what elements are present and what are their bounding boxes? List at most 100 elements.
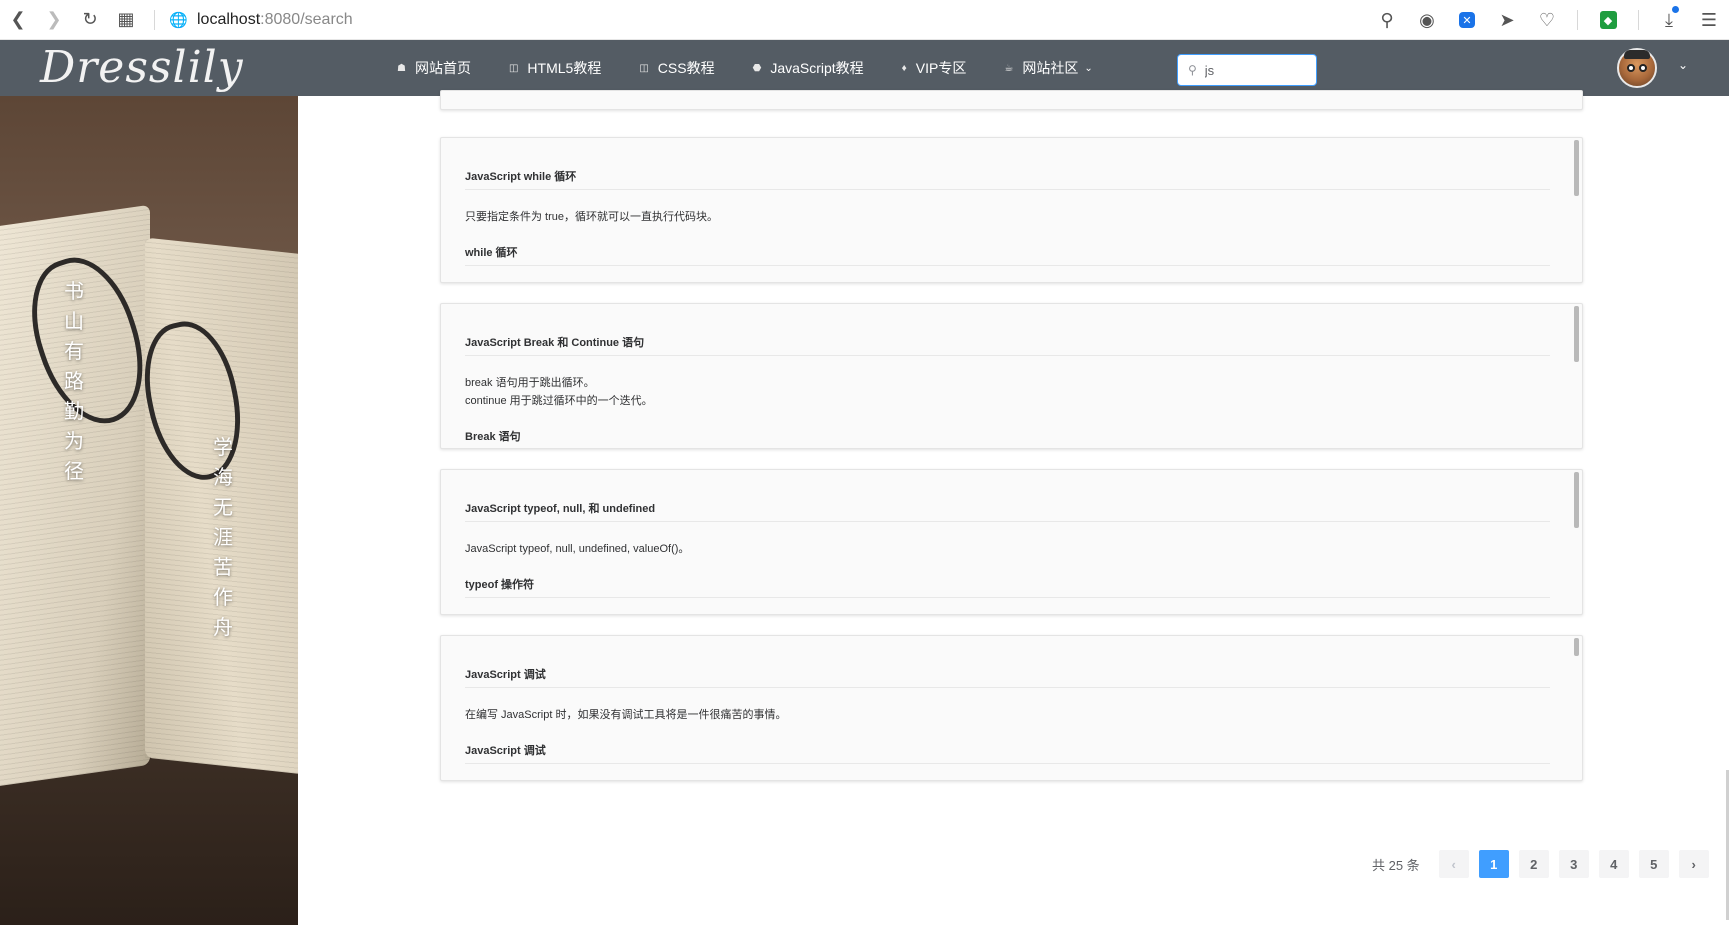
search-page-icon[interactable]: ⚲ [1367,0,1407,40]
main-menu: ☗ 网站首页 ◫ HTML5教程 ◫ CSS教程 ⬣ JavaScript教程 … [378,40,1112,96]
download-icon[interactable]: ⤓ [1649,0,1689,40]
poem-char: 山 [64,309,84,333]
pagination: 共 25 条 ‹ 1 2 3 4 5 › [1372,850,1714,878]
nav-item-label: 网站社区 [1022,60,1079,76]
page-button-3[interactable]: 3 [1558,850,1589,878]
result-title[interactable]: JavaScript while 循环 [465,168,1550,190]
poem-char: 有 [64,339,84,363]
search-input[interactable] [1204,62,1295,78]
community-icon: ☕ [1004,62,1014,74]
address-bar[interactable]: 🌐 localhost:8080/search [169,11,353,29]
nav-item-css[interactable]: ◫ CSS教程 [620,40,733,96]
poem-line-left: 书山有路勤为径 [62,276,86,486]
poem-char: 径 [64,459,84,483]
browser-extensions: ⚲ ◉ ✕ ➤ ♡ ◆ ⤓ ☰ [1367,0,1729,40]
poem-char: 为 [64,429,84,453]
security-shield-icon[interactable]: ◆ [1588,0,1628,40]
back-icon[interactable]: ❮ [0,0,36,40]
poem-char: 舟 [213,615,233,639]
result-subtitle: Break 语句 [465,428,1550,448]
reload-icon[interactable]: ↻ [72,0,108,40]
search-icon: ⚲ [1188,63,1197,77]
nav-item-html5[interactable]: ◫ HTML5教程 [490,40,620,96]
prev-page-button[interactable]: ‹ [1438,850,1469,878]
search-results: JavaScript while 循环 只要指定条件为 true，循环就可以一直… [298,90,1729,927]
poem-char: 学 [213,435,233,459]
card-scrollbar[interactable] [1574,472,1579,528]
favorite-heart-icon[interactable]: ♡ [1527,0,1567,40]
avatar[interactable] [1617,48,1657,88]
result-subtitle: typeof 操作符 [465,576,1550,598]
poem-char: 勤 [64,399,84,423]
result-subtitle: JavaScript 调试 [465,742,1550,764]
pagination-total: 共 25 条 [1372,857,1420,873]
poem-char: 作 [213,585,233,609]
apps-grid-icon[interactable]: ▦ [108,0,144,40]
url-host: localhost [197,10,261,28]
result-line: 只要指定条件为 true，循环就可以一直执行代码块。 [465,211,719,223]
nav-item-label: JavaScript教程 [770,60,864,76]
avatar-hat [1624,50,1650,59]
camera-icon[interactable]: ◉ [1407,0,1447,40]
poem-char: 路 [64,369,84,393]
card-scrollbar[interactable] [1574,638,1579,656]
poem-char: 海 [213,465,233,489]
result-line: 在编写 JavaScript 时，如果没有调试工具将是一件很痛苦的事情。 [465,709,787,721]
result-card[interactable]: JavaScript while 循环 只要指定条件为 true，循环就可以一直… [440,137,1583,283]
browser-toolbar: ❮ ❯ ↻ ▦ 🌐 localhost:8080/search ⚲ ◉ ✕ ➤ … [0,0,1729,40]
poem-line-right: 学海无涯苦作舟 [211,432,235,642]
result-card[interactable]: JavaScript Break 和 Continue 语句 break 语句用… [440,303,1583,449]
site-navbar: Dresslily ☗ 网站首页 ◫ HTML5教程 ◫ CSS教程 ⬣ Jav… [0,40,1729,96]
html5-icon: ◫ [508,62,519,74]
result-card-partial [440,90,1583,110]
url-path: :8080/search [260,10,353,28]
vip-icon: ♦ [901,62,907,74]
home-icon: ☗ [397,62,406,74]
css3-icon: ◫ [639,62,649,74]
site-logo[interactable]: Dresslily [40,42,244,93]
nav-item-home[interactable]: ☗ 网站首页 [378,40,490,96]
avatar-eye [1627,64,1635,72]
js-icon: ⬣ [752,62,762,74]
poem-char: 书 [64,279,84,303]
page-button-5[interactable]: 5 [1638,850,1669,878]
result-line: break 语句用于跳出循环。 [465,377,595,389]
forward-icon[interactable]: ❯ [36,0,72,40]
search-box[interactable]: ⚲ [1177,54,1317,86]
poem-char: 涯 [213,525,233,549]
page-button-1[interactable]: 1 [1478,850,1509,878]
result-card[interactable]: JavaScript 调试 在编写 JavaScript 时，如果没有调试工具将… [440,635,1583,781]
nav-item-label: 网站首页 [414,60,471,76]
next-page-button[interactable]: › [1678,850,1709,878]
toolbar-divider [154,9,155,30]
result-subtitle: while 循环 [465,244,1550,266]
nav-item-label: VIP专区 [915,60,967,76]
page-button-2[interactable]: 2 [1518,850,1549,878]
avatar-eye [1639,64,1647,72]
chevron-down-icon: ⌄ [1084,62,1093,74]
result-title[interactable]: JavaScript 调试 [465,666,1550,688]
card-scrollbar[interactable] [1574,140,1579,196]
poem-char: 苦 [213,555,233,579]
nav-item-vip[interactable]: ♦ VIP专区 [883,40,986,96]
toolbar-divider [1638,10,1639,30]
nav-item-label: HTML5教程 [527,60,602,76]
result-line: continue 用于跳过循环中的一个迭代。 [465,395,653,407]
globe-icon: 🌐 [169,11,188,29]
poem-char: 无 [213,495,233,519]
nav-item-label: CSS教程 [657,60,715,76]
extension-shield-icon[interactable]: ✕ [1447,0,1487,40]
send-icon[interactable]: ➤ [1487,0,1527,40]
toolbar-divider [1577,10,1578,30]
result-title[interactable]: JavaScript Break 和 Continue 语句 [465,334,1550,356]
result-title[interactable]: JavaScript typeof, null, 和 undefined [465,500,1550,522]
result-line: JavaScript typeof, null, undefined, valu… [465,543,690,555]
side-banner: 书山有路勤为径 学海无涯苦作舟 [0,96,298,925]
chevron-down-icon[interactable]: ⌄ [1678,58,1688,72]
nav-item-community[interactable]: ☕ 网站社区 ⌄ [985,40,1111,96]
nav-item-javascript[interactable]: ⬣ JavaScript教程 [734,40,883,96]
page-button-4[interactable]: 4 [1598,850,1629,878]
card-scrollbar[interactable] [1574,306,1579,362]
result-card[interactable]: JavaScript typeof, null, 和 undefined Jav… [440,469,1583,615]
menu-icon[interactable]: ☰ [1689,0,1729,40]
